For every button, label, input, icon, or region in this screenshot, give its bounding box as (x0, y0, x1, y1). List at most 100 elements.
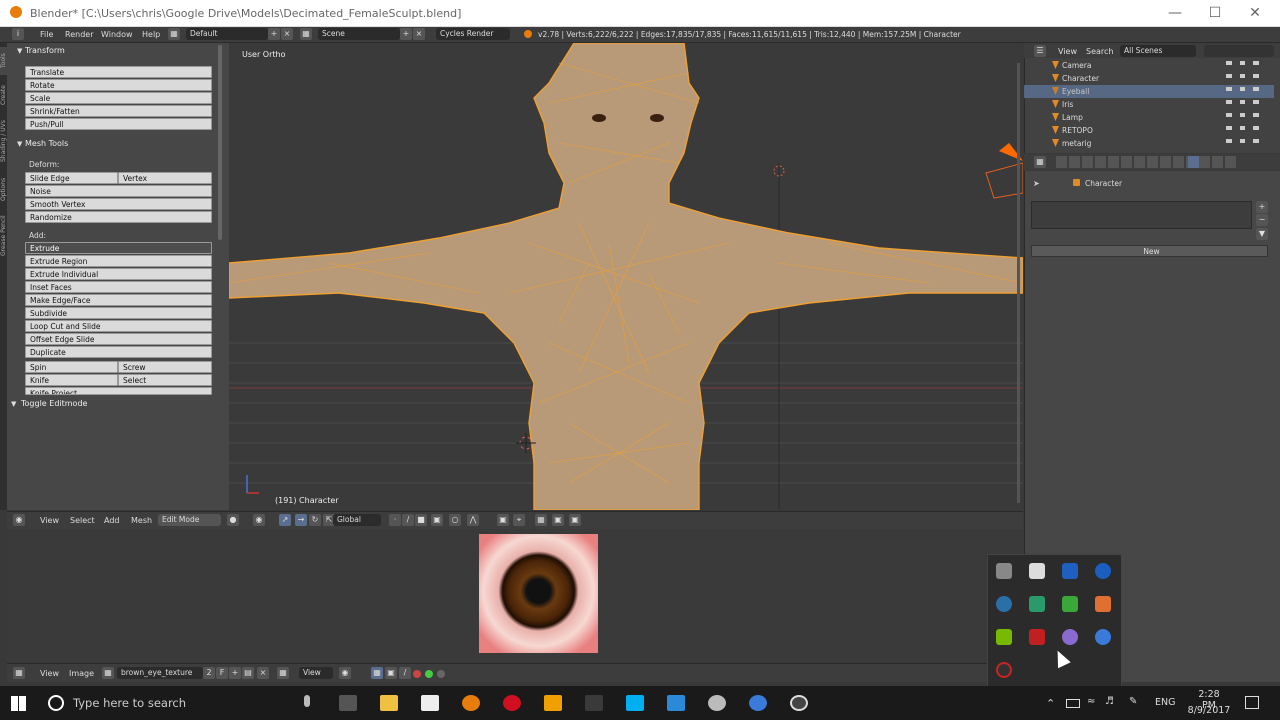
blender-taskbar-icon[interactable] (462, 695, 480, 711)
new-texture-button[interactable]: New (1031, 245, 1268, 257)
obs-icon[interactable] (996, 662, 1012, 678)
menu-view[interactable]: View (40, 516, 59, 525)
limit-selection-icon[interactable]: ▣ (431, 514, 443, 526)
app-tray-icon[interactable] (1062, 563, 1078, 579)
extrude-dropdown[interactable]: Extrude (25, 242, 212, 254)
manipulator-icon[interactable]: ↗ (279, 514, 291, 526)
alpha-icon[interactable]: ▣ (385, 667, 397, 679)
proportional-edit-icon[interactable]: ○ (449, 514, 461, 526)
rotate-button[interactable]: Rotate (25, 79, 212, 91)
outliner-item[interactable]: metarig (1024, 137, 1274, 150)
pivot-icon[interactable]: ◉ (253, 514, 265, 526)
menu-view[interactable]: View (40, 669, 59, 678)
channel-icon[interactable]: ▦ (371, 667, 383, 679)
maximize-icon[interactable]: ☐ (1195, 0, 1235, 26)
texture-slot-list[interactable] (1031, 201, 1252, 229)
display-icon[interactable] (996, 563, 1012, 579)
visibility-eye-icons[interactable] (1226, 61, 1232, 149)
microphone-icon[interactable] (304, 695, 310, 707)
tab-tools[interactable]: Tools (0, 47, 7, 75)
opera-icon[interactable] (503, 695, 521, 711)
language-indicator[interactable]: ENG (1155, 697, 1175, 708)
tool-shelf-scrollbar[interactable] (218, 45, 222, 240)
outliner-search-input[interactable] (1204, 45, 1274, 57)
menu-select[interactable]: Select (70, 516, 95, 525)
menu-view[interactable]: View (1058, 47, 1077, 56)
editor-type-icon[interactable]: ◉ (13, 514, 25, 526)
adobe-icon[interactable] (1029, 629, 1045, 645)
scene-icon[interactable]: ▦ (300, 28, 312, 40)
menu-window[interactable]: Window (101, 30, 133, 39)
menu-render[interactable]: Render (65, 30, 93, 39)
tab-shading-uvs[interactable]: Shading / UVs (0, 115, 7, 167)
settings-app-icon[interactable] (708, 695, 726, 711)
opengl-render-icon[interactable]: ▣ (552, 514, 564, 526)
network-app-icon[interactable] (1029, 596, 1045, 612)
action-center-icon[interactable] (1245, 696, 1259, 709)
extrude-region-button[interactable]: Extrude Region (25, 255, 212, 267)
windows-start-icon[interactable] (11, 696, 26, 711)
close-icon[interactable]: ✕ (1235, 0, 1275, 26)
open-image-icon[interactable]: ▤ (242, 667, 254, 679)
property-context-tabs[interactable] (1056, 156, 1236, 168)
layout-select[interactable]: Default (186, 28, 268, 40)
view-menu-select[interactable]: View (299, 667, 333, 679)
app-icon[interactable] (585, 695, 603, 711)
vlc-icon[interactable] (544, 695, 562, 711)
editor-type-icon[interactable]: ☰ (1034, 45, 1046, 57)
panel-expand-icon[interactable]: ▼ (17, 140, 22, 148)
remove-layout-icon[interactable]: × (281, 28, 293, 40)
menu-mesh[interactable]: Mesh (131, 516, 152, 525)
scene-select[interactable]: Scene (318, 28, 400, 40)
layers-icon[interactable]: ▦ (535, 514, 547, 526)
noise-button[interactable]: Noise (25, 185, 212, 197)
red-channel-icon[interactable] (413, 670, 421, 678)
add-layout-icon[interactable]: + (268, 28, 280, 40)
steam-icon[interactable] (996, 596, 1012, 612)
knife-button[interactable]: Knife (25, 374, 118, 386)
fake-user-button[interactable]: F (216, 667, 228, 679)
edge-select-icon[interactable]: / (402, 514, 414, 526)
image-name-field[interactable]: brown_eye_texture (117, 667, 203, 679)
render-engine-select[interactable]: Cycles Render (436, 28, 510, 40)
outliner-item[interactable]: RETOPO (1024, 124, 1274, 137)
add-scene-icon[interactable]: + (400, 28, 412, 40)
wifi-icon[interactable]: ≈ (1087, 696, 1095, 707)
obs-taskbar-icon[interactable] (790, 695, 808, 711)
outliner-item-selected[interactable]: Eyeball (1024, 85, 1274, 98)
menu-search[interactable]: Search (1086, 47, 1113, 56)
file-explorer-icon[interactable] (380, 695, 398, 711)
green-channel-icon[interactable] (425, 670, 433, 678)
chevron-up-icon[interactable]: ⌃ (1046, 697, 1055, 710)
slide-edge-button[interactable]: Slide Edge (25, 172, 118, 184)
mail-icon[interactable] (421, 695, 439, 711)
panel-expand-icon[interactable]: ▼ (17, 47, 22, 55)
menu-image[interactable]: Image (69, 669, 94, 678)
sync-icon[interactable] (1062, 596, 1078, 612)
loop-cut-slide-button[interactable]: Loop Cut and Slide (25, 320, 212, 332)
falloff-icon[interactable]: ⋀ (467, 514, 479, 526)
rotate-manip-icon[interactable]: ↻ (309, 514, 321, 526)
editor-type-icon[interactable]: ▦ (13, 667, 25, 679)
display-mode-select[interactable]: All Scenes (1120, 45, 1196, 57)
tab-create[interactable]: Create (0, 79, 7, 111)
security-shield-icon[interactable] (1029, 563, 1045, 579)
nvidia-icon[interactable] (996, 629, 1012, 645)
cloud-sync-icon[interactable] (1095, 629, 1111, 645)
outliner-item[interactable]: Camera (1024, 59, 1274, 72)
inset-faces-button[interactable]: Inset Faces (25, 281, 212, 293)
bluetooth-icon[interactable] (1095, 563, 1111, 579)
tab-options[interactable]: Options (0, 171, 7, 207)
texture-tab-icon[interactable] (1188, 156, 1199, 168)
shading-icon[interactable]: ● (227, 514, 239, 526)
outliner-item[interactable]: Character (1024, 72, 1274, 85)
discord-icon[interactable] (1062, 629, 1078, 645)
duplicate-button[interactable]: Duplicate (25, 346, 212, 358)
viewport-scrollbar[interactable] (1017, 63, 1020, 503)
slot-menu-icon[interactable]: ▼ (1256, 228, 1268, 240)
translate-button[interactable]: Translate (25, 66, 212, 78)
cortana-icon[interactable] (48, 695, 64, 711)
vertex-slide-button[interactable]: Vertex (118, 172, 212, 184)
translate-manip-icon[interactable]: → (295, 514, 307, 526)
volume-icon[interactable]: ♬ (1105, 696, 1114, 707)
